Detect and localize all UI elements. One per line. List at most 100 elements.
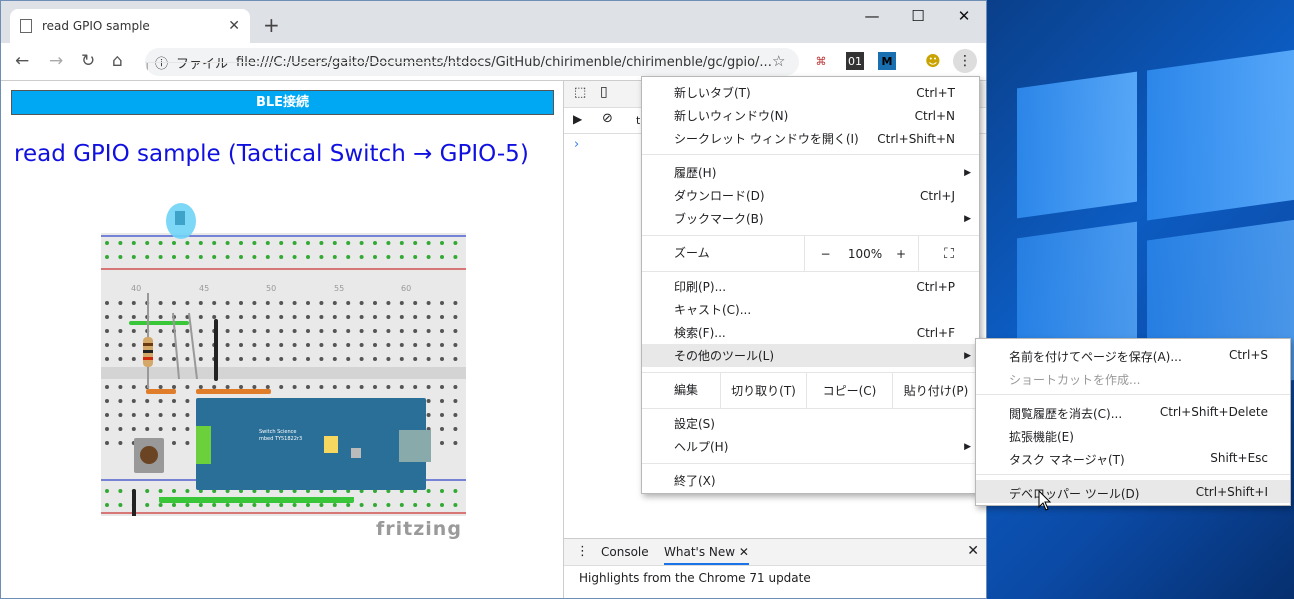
breadboard-hole xyxy=(332,329,337,333)
breadboard-hole xyxy=(279,315,284,319)
submenu-item-save-page[interactable]: 名前を付けてページを保存(A)... Ctrl+S xyxy=(976,343,1290,366)
breadboard-hole xyxy=(346,255,351,259)
breadboard-hole xyxy=(198,329,203,333)
tab-whats-new[interactable]: What's New ✕ xyxy=(664,545,749,565)
breadboard-hole xyxy=(172,427,176,431)
maximize-button[interactable]: ☐ xyxy=(895,7,941,25)
menu-item-find[interactable]: 検索(F)... Ctrl+F xyxy=(642,321,979,344)
breadboard-hole xyxy=(131,255,136,259)
breadboard-hole xyxy=(292,255,297,259)
breadboard-hole xyxy=(198,343,203,347)
pdf-extension-icon[interactable]: ⌘ xyxy=(813,52,829,70)
breadboard-hole xyxy=(440,427,444,431)
reload-icon[interactable]: ↻ xyxy=(81,51,95,71)
breadboard-hole xyxy=(185,343,190,347)
back-icon[interactable]: ← xyxy=(15,51,29,71)
breadboard-hole xyxy=(105,329,109,333)
title-bar: read GPIO sample ✕ + — ☐ ✕ xyxy=(1,1,986,43)
edit-cut-button[interactable]: 切り取り(T) xyxy=(720,373,806,408)
menu-item-downloads[interactable]: ダウンロード(D) Ctrl+J xyxy=(642,184,979,207)
forward-icon[interactable]: → xyxy=(49,51,63,71)
bookmark-star-icon[interactable]: ☆ xyxy=(772,52,785,70)
submenu-item-developer-tools[interactable]: デベロッパー ツール(D) Ctrl+Shift+I xyxy=(976,480,1290,503)
menu-item-incognito[interactable]: シークレット ウィンドウを開く(I) Ctrl+Shift+N xyxy=(642,127,979,150)
menu-item-more-tools[interactable]: その他のツール(L) ▶ xyxy=(642,344,979,367)
breadboard-hole xyxy=(319,385,324,389)
browser-tab[interactable]: read GPIO sample ✕ xyxy=(10,9,250,43)
edit-copy-button[interactable]: コピー(C) xyxy=(806,373,892,408)
submenu-item-task-manager[interactable]: タスク マネージャ(T) Shift+Esc xyxy=(976,446,1290,469)
breadboard-hole xyxy=(252,241,257,245)
close-window-button[interactable]: ✕ xyxy=(941,7,986,25)
extension-mascot-icon[interactable]: ☻ xyxy=(923,52,943,70)
breadboard-hole xyxy=(413,255,418,259)
breadboard-hole xyxy=(359,329,364,333)
tab-close-icon[interactable]: ✕ xyxy=(228,18,240,34)
close-drawer-icon[interactable]: ✕ xyxy=(967,543,979,559)
breadboard-hole xyxy=(265,357,270,361)
breadboard-hole xyxy=(252,357,257,361)
breadboard-hole xyxy=(279,329,284,333)
menu-item-new-tab[interactable]: 新しいタブ(T) Ctrl+T xyxy=(642,81,979,104)
breadboard-hole xyxy=(413,385,418,389)
breadboard-hole xyxy=(172,441,176,445)
inspect-element-icon[interactable]: ⬚ xyxy=(574,85,586,100)
breadboard-hole xyxy=(319,301,324,305)
window-logo-pane xyxy=(1017,71,1137,219)
edit-paste-button[interactable]: 貼り付け(P) xyxy=(892,373,979,408)
zoom-out-button[interactable]: − xyxy=(804,236,846,271)
breadboard-hole xyxy=(359,301,364,305)
breadboard-hole xyxy=(306,241,310,245)
submenu-item-extensions[interactable]: 拡張機能(E) xyxy=(976,423,1290,446)
column-label: 40 xyxy=(131,284,141,293)
menu-item-new-window[interactable]: 新しいウィンドウ(N) Ctrl+N xyxy=(642,104,979,127)
device-toolbar-icon[interactable]: ▯ xyxy=(600,84,608,100)
breadboard-hole xyxy=(453,315,458,319)
zoom-in-button[interactable]: + xyxy=(884,236,918,271)
menu-item-bookmarks[interactable]: ブックマーク(B) ▶ xyxy=(642,207,979,230)
breadboard-hole xyxy=(426,357,431,361)
breadboard-hole xyxy=(440,441,444,445)
menu-item-history[interactable]: 履歴(H) ▶ xyxy=(642,161,979,184)
more-tools-submenu: 名前を付けてページを保存(A)... Ctrl+S ショートカットを作成... 閲… xyxy=(975,338,1291,506)
breadboard-hole xyxy=(105,357,109,361)
submenu-item-clear-history[interactable]: 閲覧履歴を消去(C)... Ctrl+Shift+Delete xyxy=(976,400,1290,423)
breadboard-hole xyxy=(359,241,364,245)
menu-item-cast[interactable]: キャスト(C)... xyxy=(642,298,979,321)
breadboard-hole xyxy=(185,241,190,245)
menu-item-print[interactable]: 印刷(P)... Ctrl+P xyxy=(642,275,979,298)
sidebar-toggle-icon[interactable]: ▶ xyxy=(573,112,582,126)
breadboard-hole xyxy=(131,413,136,417)
fullscreen-icon[interactable]: ⛶ xyxy=(918,236,979,271)
breadboard-hole xyxy=(373,343,377,347)
tab-console[interactable]: Console xyxy=(601,545,649,559)
ble-connect-button[interactable]: BLE接続 xyxy=(11,90,554,115)
clear-console-icon[interactable]: ⊘ xyxy=(602,111,613,126)
menu-item-exit[interactable]: 終了(X) xyxy=(642,469,979,492)
breadboard-hole xyxy=(265,385,270,389)
console-prompt-icon[interactable]: › xyxy=(574,137,579,152)
breadboard-hole xyxy=(265,329,270,333)
board-label: mbed TY51822r3 xyxy=(259,436,302,442)
breadboard-hole xyxy=(185,385,190,389)
breadboard-hole xyxy=(265,503,270,507)
breadboard-hole xyxy=(105,413,109,417)
breadboard-hole xyxy=(212,241,217,245)
address-bar[interactable]: ⓘ ファイル | file:///C:/Users/gaito/Document… xyxy=(145,48,799,76)
new-tab-button[interactable]: + xyxy=(263,13,280,37)
breadboard-hole xyxy=(306,315,310,319)
breadboard-hole xyxy=(239,503,243,507)
extension-01-icon[interactable]: 01 xyxy=(846,52,864,70)
extension-m-icon[interactable]: M xyxy=(878,52,896,70)
breadboard-hole xyxy=(440,489,444,493)
home-icon[interactable]: ⌂ xyxy=(112,51,123,71)
menu-item-help[interactable]: ヘルプ(H) ▶ xyxy=(642,435,979,458)
minimize-button[interactable]: — xyxy=(849,7,895,25)
breadboard-hole xyxy=(252,329,257,333)
close-tab-icon[interactable]: ✕ xyxy=(739,545,749,559)
drawer-menu-icon[interactable]: ⋮ xyxy=(576,544,589,559)
menu-kebab-icon[interactable]: ⋮ xyxy=(953,49,977,73)
breadboard-hole xyxy=(453,255,458,259)
menu-item-settings[interactable]: 設定(S) xyxy=(642,412,979,435)
breadboard-hole xyxy=(118,399,123,403)
